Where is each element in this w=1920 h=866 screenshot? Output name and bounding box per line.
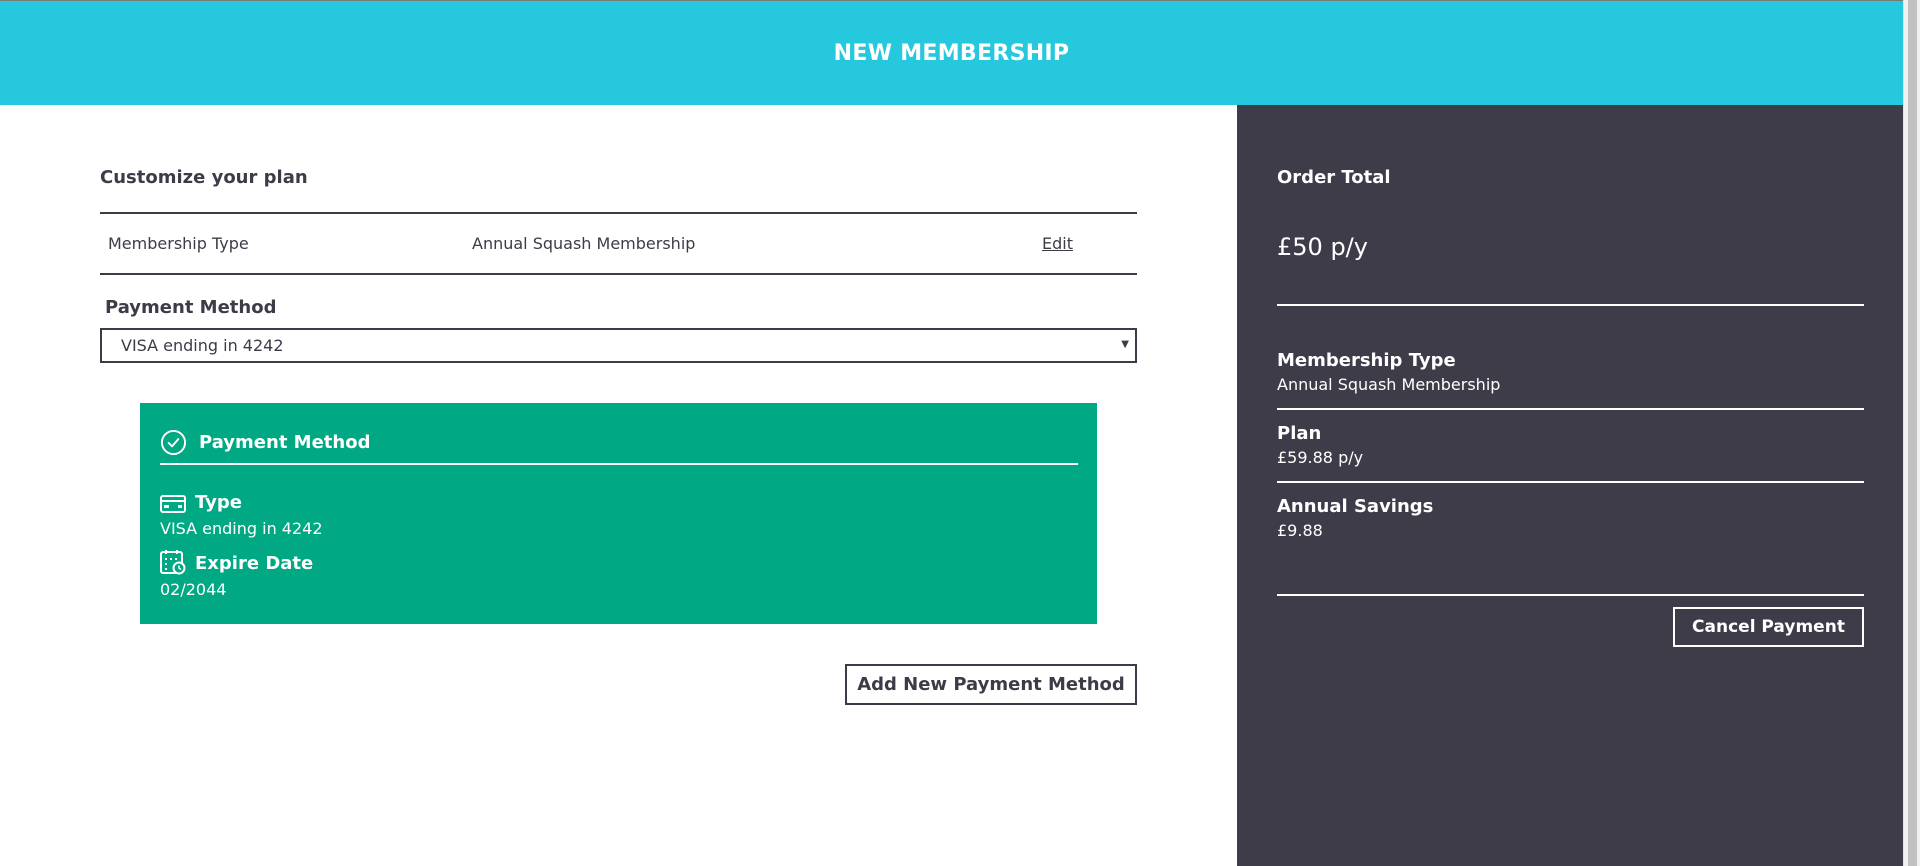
page: NEW MEMBERSHIP Customize your plan Membe…	[0, 0, 1920, 866]
type-label: Type	[195, 492, 242, 513]
membership-type-label: Membership Type	[108, 234, 249, 253]
payment-method-selected: VISA ending in 4242	[121, 336, 284, 355]
summary-savings-label: Annual Savings	[1277, 496, 1434, 517]
payment-method-card: Payment Method Type VISA ending in 4242	[140, 403, 1097, 624]
card-header: Payment Method	[160, 429, 1078, 465]
order-summary-panel: Order Total £50 p/y Membership Type Annu…	[1237, 105, 1903, 866]
calendar-clock-icon	[160, 550, 186, 575]
divider	[1277, 481, 1864, 483]
cancel-payment-button[interactable]: Cancel Payment	[1673, 607, 1864, 647]
payment-method-select[interactable]: VISA ending in 4242 ▼	[100, 328, 1137, 363]
divider	[1277, 408, 1864, 410]
scrollbar-thumb[interactable]	[1908, 0, 1917, 866]
summary-plan-value: £59.88 p/y	[1277, 448, 1364, 467]
divider	[1277, 594, 1864, 596]
check-circle-icon	[160, 429, 187, 456]
main-panel: Customize your plan Membership Type Annu…	[0, 105, 1237, 866]
customize-heading: Customize your plan	[100, 167, 308, 188]
expire-date-value: 02/2044	[160, 580, 227, 599]
payment-method-label: Payment Method	[105, 297, 277, 318]
membership-type-row: Membership Type Annual Squash Membership…	[100, 212, 1137, 275]
header: NEW MEMBERSHIP	[0, 0, 1903, 105]
add-payment-method-button[interactable]: Add New Payment Method	[845, 664, 1137, 705]
card-title: Payment Method	[199, 432, 371, 453]
edit-link[interactable]: Edit	[1042, 234, 1073, 253]
summary-plan-label: Plan	[1277, 423, 1322, 444]
summary-savings-value: £9.88	[1277, 521, 1323, 540]
order-total-heading: Order Total	[1277, 167, 1391, 188]
order-total-price: £50 p/y	[1277, 233, 1368, 261]
type-value: VISA ending in 4242	[160, 519, 323, 538]
scrollbar[interactable]	[1903, 0, 1920, 866]
expire-date-label: Expire Date	[195, 553, 314, 574]
divider	[1277, 304, 1864, 306]
dropdown-arrow-icon: ▼	[1121, 339, 1129, 350]
page-title: NEW MEMBERSHIP	[833, 40, 1070, 66]
summary-membership-label: Membership Type	[1277, 350, 1456, 371]
credit-card-icon	[160, 495, 186, 513]
membership-type-value: Annual Squash Membership	[472, 234, 696, 253]
summary-membership-value: Annual Squash Membership	[1277, 375, 1501, 394]
